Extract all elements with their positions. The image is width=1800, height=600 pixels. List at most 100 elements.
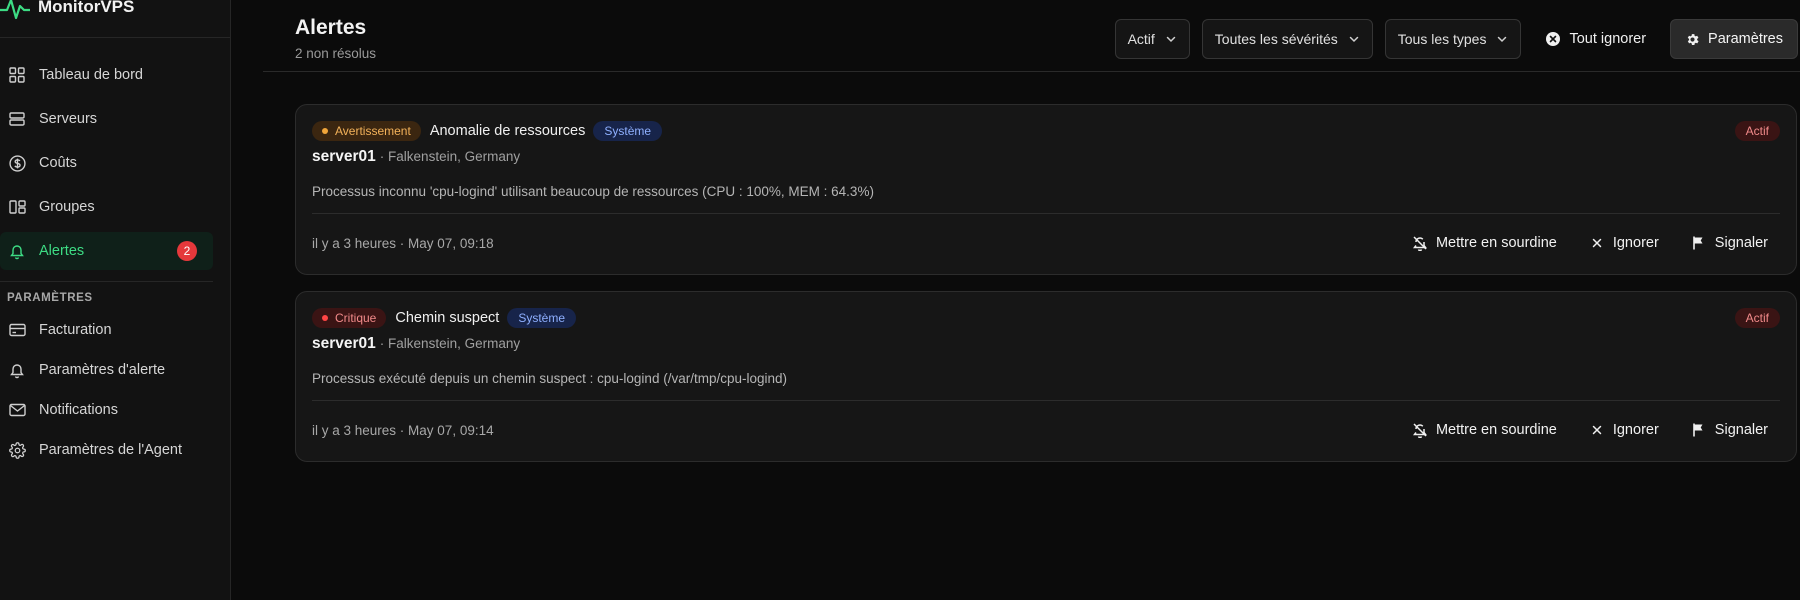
alert-title: Chemin suspect (395, 310, 500, 326)
type-filter-value: Tous les types (1397, 31, 1487, 47)
sidebar-divider (0, 281, 213, 282)
gear-icon (8, 441, 26, 459)
alert-card[interactable]: Avertissement Anomalie de ressources Sys… (295, 104, 1797, 275)
mute-label: Mettre en sourdine (1435, 422, 1557, 438)
close-icon (1592, 425, 1602, 435)
severity-badge: Critique (312, 308, 387, 328)
sidebar-item-label: Facturation (39, 322, 112, 338)
groups-icon (8, 198, 26, 216)
sidebar-item-servers[interactable]: Serveurs (0, 100, 213, 138)
severity-dot-icon (322, 128, 328, 134)
alert-timestamp: il y a 3 heures · May 07, 09:18 (312, 236, 494, 251)
server-location: · Falkenstein, Germany (379, 149, 521, 164)
card-divider (312, 213, 1780, 214)
settings-section-title: PARAMÈTRES (7, 292, 93, 304)
sidebar-item-label: Paramètres de l'Agent (39, 442, 183, 458)
sidebar-item-alerts[interactable]: Alertes 2 (0, 232, 213, 270)
sidebar-item-label: Groupes (39, 199, 95, 215)
ignore-button[interactable]: Ignorer (1589, 417, 1659, 443)
alert-title: Anomalie de ressources (429, 123, 586, 139)
severity-dot-icon (322, 315, 328, 321)
sidebar-item-notifications[interactable]: Notifications (0, 392, 213, 428)
alerts-count-badge: 2 (177, 241, 197, 261)
ignore-label: Ignorer (1612, 422, 1659, 438)
sidebar-item-label: Coûts (39, 155, 77, 171)
flag-icon (1692, 423, 1703, 437)
page-header: Alertes 2 non résolus Actif Toutes les s… (263, 0, 1800, 72)
sidebar-item-label: Serveurs (39, 111, 98, 127)
sidebar-item-label: Notifications (39, 402, 118, 418)
chevron-down-icon (1498, 36, 1507, 43)
server-name[interactable]: server01 (312, 148, 376, 166)
ignore-label: Ignorer (1612, 235, 1659, 251)
report-button[interactable]: Signaler (1691, 230, 1768, 256)
alert-timestamp: il y a 3 heures · May 07, 09:14 (312, 423, 494, 438)
alert-header: Critique Chemin suspect Système (312, 308, 577, 328)
chevron-down-icon (1349, 36, 1358, 43)
alert-card[interactable]: Critique Chemin suspect Système Actif se… (295, 291, 1797, 462)
mute-label: Mettre en sourdine (1435, 235, 1557, 251)
severity-label: Critique (335, 311, 377, 325)
alert-server-row: server01 · Falkenstein, Germany (312, 335, 520, 353)
page-title: Alertes (295, 16, 367, 39)
report-label: Signaler (1714, 422, 1768, 438)
alert-header: Avertissement Anomalie de ressources Sys… (312, 121, 663, 141)
sidebar-item-costs[interactable]: Coûts (0, 144, 213, 182)
sidebar-item-dashboard[interactable]: Tableau de bord (0, 56, 213, 94)
sidebar-item-label: Tableau de bord (39, 67, 143, 83)
status-filter-value: Actif (1127, 31, 1155, 47)
unresolved-count: 2 non résolus (295, 46, 377, 61)
ignore-button[interactable]: Ignorer (1589, 230, 1659, 256)
grid-icon (8, 66, 26, 84)
severity-filter-select[interactable]: Toutes les sévérités (1201, 19, 1373, 59)
sidebar-item-agent-settings[interactable]: Paramètres de l'Agent (0, 432, 213, 468)
brand[interactable]: MonitorVPS (0, 0, 230, 38)
chevron-down-icon (1166, 36, 1176, 43)
severity-badge: Avertissement (312, 121, 421, 141)
alert-type-badge: Système (593, 121, 663, 141)
sidebar-item-alert-settings[interactable]: Paramètres d'alerte (0, 352, 213, 388)
ignore-all-button[interactable]: Tout ignorer (1533, 19, 1658, 59)
card-divider (312, 400, 1780, 401)
gear-icon (1687, 33, 1699, 45)
alerts-list: Avertissement Anomalie de ressources Sys… (295, 104, 1797, 478)
sidebar-item-billing[interactable]: Facturation (0, 312, 213, 348)
alert-description: Processus exécuté depuis un chemin suspe… (312, 371, 787, 386)
bell-icon (8, 361, 26, 379)
bell-off-icon (1412, 236, 1427, 251)
sidebar-item-groups[interactable]: Groupes (0, 188, 213, 226)
alert-description: Processus inconnu 'cpu-logind' utilisant… (312, 184, 874, 199)
server-icon (8, 110, 26, 128)
status-filter-select[interactable]: Actif (1114, 19, 1190, 59)
dollar-icon (8, 154, 26, 172)
type-filter-select[interactable]: Tous les types (1384, 19, 1522, 59)
alert-server-row: server01 · Falkenstein, Germany (312, 148, 520, 166)
app-name: MonitorVPS (38, 0, 135, 16)
report-label: Signaler (1714, 235, 1768, 251)
server-location: · Falkenstein, Germany (379, 336, 521, 351)
sidebar-item-label: Paramètres d'alerte (39, 362, 166, 378)
alert-actions: Mettre en sourdine Ignorer Signaler (1412, 230, 1768, 256)
status-badge: Actif (1734, 308, 1780, 328)
settings-button-label: Paramètres (1708, 31, 1783, 47)
pulse-logo-icon (0, 0, 30, 20)
flag-icon (1692, 236, 1703, 250)
credit-card-icon (8, 321, 26, 339)
sidebar-item-label: Alertes (39, 243, 85, 259)
bell-icon (8, 242, 26, 260)
close-icon (1592, 238, 1602, 248)
sidebar: MonitorVPS Tableau de bord Serveurs Coût… (0, 0, 231, 600)
settings-button[interactable]: Paramètres (1670, 19, 1798, 59)
alert-type-badge: Système (507, 308, 577, 328)
bell-off-icon (1412, 423, 1427, 438)
report-button[interactable]: Signaler (1691, 417, 1768, 443)
settings-nav: Facturation Paramètres d'alerte Notifica… (0, 312, 230, 468)
ignore-all-label: Tout ignorer (1569, 31, 1647, 47)
mute-button[interactable]: Mettre en sourdine (1412, 230, 1557, 256)
severity-label: Avertissement (335, 124, 411, 138)
mute-button[interactable]: Mettre en sourdine (1412, 417, 1557, 443)
alert-actions: Mettre en sourdine Ignorer Signaler (1412, 417, 1768, 443)
close-circle-icon (1546, 32, 1561, 46)
status-badge: Actif (1734, 121, 1780, 141)
server-name[interactable]: server01 (312, 335, 376, 353)
